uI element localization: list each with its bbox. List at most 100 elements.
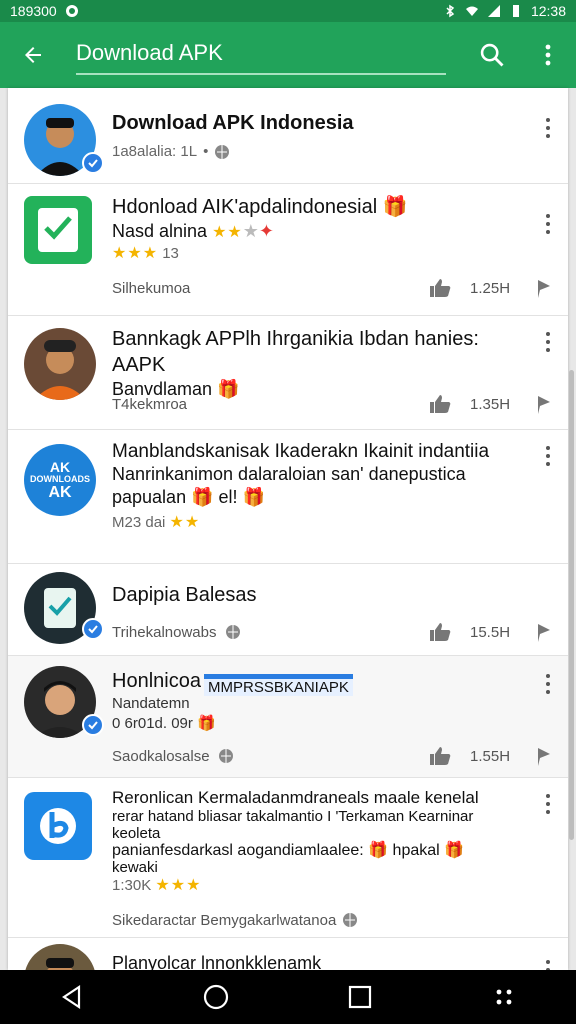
item-meta: 0 6r01d. 09r 🎁 — [112, 715, 216, 732]
search-text: Download APK — [76, 40, 223, 65]
list-item[interactable]: Bannkagk APPlh Ihrganikia Ibdan hanies: … — [8, 316, 568, 430]
thumbs-up-icon[interactable] — [428, 278, 452, 298]
thumbs-up-icon[interactable] — [428, 746, 452, 766]
rating-stars: ★★★ — [112, 245, 159, 262]
status-left-text: 189300 — [10, 3, 57, 19]
search-input[interactable]: Download APK — [76, 35, 446, 75]
bluetooth-icon — [446, 4, 455, 18]
verified-badge-icon — [82, 152, 104, 174]
scrollbar[interactable] — [569, 370, 574, 840]
item-meta: M23 dai — [112, 514, 166, 531]
results-list: Download APK Indonesia 1a8alalia: 1L • H… — [8, 88, 568, 970]
rating-stars: ★★ — [169, 514, 201, 531]
person-avatar-icon — [34, 340, 86, 400]
app-bar: Download APK — [0, 22, 576, 88]
app-icon — [24, 196, 92, 264]
item-meta: 1a8alalia: 1L — [112, 143, 198, 160]
item-more-button[interactable] — [538, 672, 558, 696]
flag-icon[interactable] — [536, 278, 556, 298]
globe-icon — [225, 625, 240, 639]
system-nav-bar — [0, 970, 576, 1024]
list-item[interactable]: AK DOWNLOADS AK Manblandskanisak Ikadera… — [8, 430, 568, 564]
search-underline — [76, 73, 446, 75]
dots-grid-icon — [496, 989, 512, 1005]
thumbs-up-icon[interactable] — [428, 394, 452, 414]
item-title: Hdonload AIK'apdalindonesial 🎁 — [112, 196, 408, 218]
item-desc: rerar hatand bliasar takalmantio I 'Terk… — [112, 808, 474, 825]
item-desc-3: panianfesdarkasl aogandiamlaalee: 🎁 hpak… — [112, 842, 465, 859]
item-more-button[interactable] — [538, 958, 558, 970]
like-count: 15.5H — [470, 623, 511, 641]
status-time: 12:38 — [530, 3, 566, 19]
search-button[interactable] — [464, 22, 520, 88]
item-title: Bannkagk APPlh Ihrganikia Ibdan hanies: … — [112, 328, 479, 376]
circle-home-icon — [203, 984, 229, 1010]
item-desc: Nasd alnina ★★★✦ — [112, 221, 274, 241]
nav-apps-button[interactable] — [474, 970, 534, 1024]
signal-icon — [487, 5, 500, 17]
item-source: T4kekmroa — [112, 395, 188, 413]
overflow-menu-button[interactable] — [520, 22, 576, 88]
item-source: Saodkalosalse — [112, 747, 210, 765]
item-desc-2: keoleta — [112, 825, 161, 842]
flag-icon[interactable] — [536, 394, 556, 414]
list-item[interactable]: Reronlican Kermaladanmdraneals maale ken… — [8, 778, 568, 938]
like-count: 1.55H — [470, 747, 511, 765]
item-title: Manblandskanisak Ikaderakn Ikainit indan… — [112, 441, 490, 462]
flag-icon[interactable] — [536, 622, 556, 642]
item-source: Silhekumoa — [112, 279, 191, 297]
flag-icon[interactable] — [536, 746, 556, 766]
list-item[interactable]: Hdonload AIK'apdalindonesial 🎁 Nasd alni… — [8, 184, 568, 316]
notification-icon — [65, 5, 78, 17]
item-desc-2: papualan 🎁 el! 🎁 — [112, 487, 265, 507]
rating-prefix: 1:30K — [112, 877, 152, 894]
app-icon — [24, 792, 92, 860]
person-avatar-icon — [46, 958, 74, 970]
nav-home-button[interactable] — [186, 970, 246, 1024]
verified-badge-icon — [82, 714, 104, 736]
like-count: 1.35H — [470, 395, 511, 413]
item-desc: Nanrinkanimon dalaraloian san' danepusti… — [112, 464, 466, 484]
list-item[interactable]: Download APK Indonesia 1a8alalia: 1L • — [8, 88, 568, 184]
item-title: Planyolcar lnnonkklenamk — [112, 953, 322, 970]
globe-icon — [215, 145, 230, 159]
apk-downloads-logo: AK DOWNLOADS AK — [24, 444, 96, 516]
item-source: Sikedaractar Bemygakarlwatanoa — [112, 911, 337, 929]
avatar — [24, 944, 96, 970]
battery-icon — [512, 5, 519, 17]
item-more-button[interactable] — [538, 792, 558, 816]
list-item[interactable]: Honlnicoa MMPRSSBKANIAPK Nandatemn 0 6r0… — [8, 656, 568, 778]
avatar — [24, 328, 96, 400]
item-more-button[interactable] — [538, 444, 558, 468]
more-vert-icon — [545, 44, 551, 66]
item-desc-4: kewaki — [112, 859, 158, 876]
square-recents-icon — [348, 985, 372, 1009]
item-more-button[interactable] — [538, 330, 558, 354]
search-icon — [480, 43, 504, 67]
back-button[interactable] — [0, 22, 66, 88]
globe-icon — [218, 749, 233, 763]
list-item[interactable]: Dapipia Balesas Trihekalnowabs 15.5H — [8, 564, 568, 656]
wifi-icon — [465, 6, 478, 16]
nav-back-button[interactable] — [42, 970, 102, 1024]
item-title: Dapipia Balesas — [112, 584, 257, 606]
b-logo-icon — [40, 808, 76, 844]
rating-value: 13 — [162, 245, 179, 262]
triangle-back-icon — [62, 984, 81, 1010]
globe-icon — [343, 913, 358, 927]
nav-recents-button[interactable] — [330, 970, 390, 1024]
check-document-icon — [38, 208, 78, 252]
arrow-left-icon — [25, 47, 41, 63]
status-bar: 189300 12:38 — [0, 0, 576, 22]
item-title: Reronlican Kermaladanmdraneals maale ken… — [112, 788, 479, 807]
like-count: 1.25H — [470, 279, 511, 297]
title-overlay: MMPRSSBKANIAPK — [204, 674, 353, 696]
item-source: Trihekalnowabs — [112, 623, 217, 641]
thumbs-up-icon[interactable] — [428, 622, 452, 642]
item-more-button[interactable] — [538, 212, 558, 236]
item-title: Download APK Indonesia — [112, 112, 354, 134]
verified-badge-icon — [82, 618, 104, 640]
list-item[interactable]: Planyolcar lnnonkklenamk — [8, 938, 568, 970]
item-more-button[interactable] — [538, 116, 558, 140]
item-desc: Nandatemn — [112, 695, 190, 712]
